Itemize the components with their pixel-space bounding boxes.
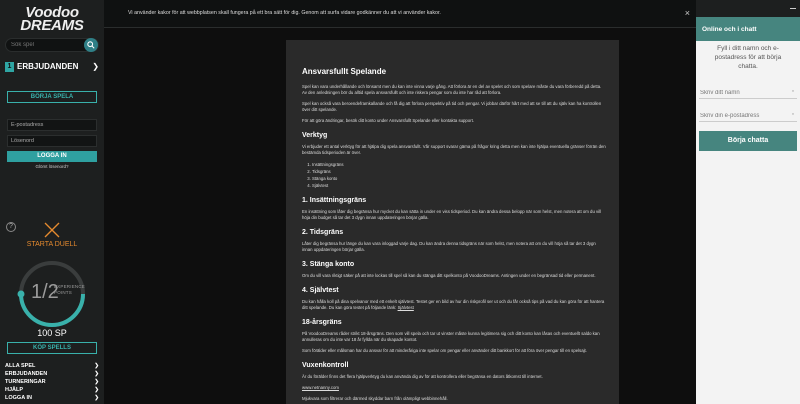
cookie-text: Vi använder kakor för att webbplatsen sk… xyxy=(128,10,441,16)
paragraph-text: Du kan hålla koll på dina spelvanor med … xyxy=(302,299,605,310)
tools-list: Insättningsgräns Tidsgräns Stänga konto … xyxy=(302,161,606,189)
help-icon[interactable]: ? xyxy=(6,222,16,232)
minimize-icon[interactable] xyxy=(790,8,796,9)
chevron-right-icon: ❯ xyxy=(94,379,99,385)
list-item: Insättningsgräns xyxy=(312,161,606,168)
logo[interactable]: Voodoo DREAMS xyxy=(10,5,94,34)
chat-window-header xyxy=(696,0,800,17)
cookie-banner: Vi använder kakor för att webbplatsen sk… xyxy=(104,0,696,28)
chevron-right-icon: ❯ xyxy=(94,363,99,369)
paragraph: En insättning som låter dig begränsa hur… xyxy=(302,209,602,220)
required-indicator: * xyxy=(792,113,794,119)
sidebar-item-tournaments[interactable]: TURNERINGAR ❯ xyxy=(5,378,99,386)
search-input[interactable] xyxy=(11,39,87,51)
search-box xyxy=(5,38,99,52)
section-heading: 3. Stänga konto xyxy=(302,261,355,268)
logo-line2: DREAMS xyxy=(20,17,84,34)
paragraph: Låter dig begränsa hur länge du kan vara… xyxy=(302,241,596,252)
offers-link[interactable]: 1 ERBJUDANDEN ❯ xyxy=(5,61,99,73)
offers-count-badge: 1 xyxy=(5,62,14,72)
sidebar-item-help[interactable]: HJÄLP ❯ xyxy=(5,386,99,394)
paragraph: Spel kan vara underhållande och lönsamt … xyxy=(302,84,602,95)
required-indicator: * xyxy=(792,90,794,96)
buy-spells-button[interactable]: KÖP SPELLS xyxy=(7,342,97,354)
search-icon xyxy=(87,41,95,49)
sidebar-item-all-games[interactable]: ALLA SPEL ❯ xyxy=(5,362,99,370)
chat-title-bar: Online och i chatt xyxy=(696,17,800,41)
nav-label: LOGGA IN xyxy=(5,395,32,401)
nav-label: HJÄLP xyxy=(5,387,24,393)
paragraph: Mjukvara som filtrerar och därmed skydda… xyxy=(302,396,448,401)
start-playing-button[interactable]: BÖRJA SPELA xyxy=(7,91,97,103)
section-heading: 2. Tidsgräns xyxy=(302,229,344,236)
paragraph: Är du förälder finns det flera hjälpverk… xyxy=(302,374,543,379)
sidebar-item-offers[interactable]: ERBJUDANDEN ❯ xyxy=(5,370,99,378)
paragraph: Som förälder eller målsman har du ansvar… xyxy=(302,348,587,353)
crossed-swords-icon[interactable] xyxy=(43,221,61,239)
paragraph: Du kan hålla koll på dina spelvanor med … xyxy=(302,299,606,311)
forgot-password-link[interactable]: Glömt lösenord? xyxy=(0,164,104,169)
offers-label: ERBJUDANDEN xyxy=(17,62,79,71)
chevron-right-icon: ❯ xyxy=(94,371,99,377)
sidebar: Voodoo DREAMS 1 ERBJUDANDEN ❯ BÖRJA SPEL… xyxy=(0,0,104,404)
chat-panel: Online och i chatt Fyll i ditt namn och … xyxy=(696,0,800,404)
document-content: Ansvarsfullt Spelande Spel kan vara unde… xyxy=(302,67,606,404)
section-heading: Vuxenkontroll xyxy=(302,362,349,369)
section-heading: 4. Självtest xyxy=(302,287,339,294)
chevron-right-icon: ❯ xyxy=(92,62,99,71)
self-test-link[interactable]: Självtest xyxy=(398,305,414,310)
chat-name-field[interactable] xyxy=(699,87,797,99)
paragraph: Om du vill vara riktigt säker på att int… xyxy=(302,273,596,278)
list-item: Stänga konto xyxy=(312,175,606,182)
paragraph: www.netnanny.com xyxy=(302,385,606,391)
section-heading: Verktyg xyxy=(302,132,328,139)
password-field[interactable] xyxy=(7,135,97,147)
nav-label: ALLA SPEL xyxy=(5,363,36,369)
paragraph: På VoodooDreams råder strikt 18-årsgräns… xyxy=(302,331,600,342)
page-title: Ansvarsfullt Spelande xyxy=(302,67,387,76)
paragraph: Spel kan också vara beroendeframkallande… xyxy=(302,101,602,112)
main-overlay: Ansvarsfullt Spelande Spel kan vara unde… xyxy=(104,28,696,404)
paragraph: För att göra ändringar, besök ditt konto… xyxy=(302,118,474,123)
close-icon[interactable]: × xyxy=(685,8,690,18)
list-item: Självtest xyxy=(312,182,606,189)
page-root: Voodoo DREAMS 1 ERBJUDANDEN ❯ BÖRJA SPEL… xyxy=(0,0,800,404)
search-button[interactable] xyxy=(84,38,98,52)
responsible-gaming-document: Ansvarsfullt Spelande Spel kan vara unde… xyxy=(286,40,619,404)
section-heading: 18-årsgräns xyxy=(302,319,342,326)
chat-email-field[interactable] xyxy=(699,110,797,122)
section-heading: 1. Insättningsgräns xyxy=(302,197,367,204)
xp-label: EXPERIENCE POINTS xyxy=(54,284,85,296)
start-chat-button[interactable]: Börja chatta xyxy=(699,131,797,151)
netnanny-link[interactable]: www.netnanny.com xyxy=(302,385,339,390)
chevron-right-icon: ❯ xyxy=(94,395,99,401)
paragraph: Vi erbjuder ett antal verktyg för att hj… xyxy=(302,144,606,155)
nav-label: ERBJUDANDEN xyxy=(5,371,48,377)
xp-label-line2: POINTS xyxy=(54,290,72,295)
email-field[interactable] xyxy=(7,119,97,131)
sidebar-nav: ALLA SPEL ❯ ERBJUDANDEN ❯ TURNERINGAR ❯ HJÄ… xyxy=(5,362,99,402)
spells-balance: 100 SP xyxy=(37,328,67,338)
start-duel-link[interactable]: STARTA DUELL xyxy=(0,241,104,248)
nav-label: TURNERINGAR xyxy=(5,379,46,385)
login-button[interactable]: LOGGA IN xyxy=(7,151,97,162)
sidebar-item-login[interactable]: LOGGA IN ❯ xyxy=(5,394,99,402)
chevron-right-icon: ❯ xyxy=(94,387,99,393)
list-item: Tidsgräns xyxy=(312,168,606,175)
chat-title: Online och i chatt xyxy=(702,26,757,33)
chat-intro-text: Fyll i ditt namn och e-postadress för at… xyxy=(714,45,782,70)
